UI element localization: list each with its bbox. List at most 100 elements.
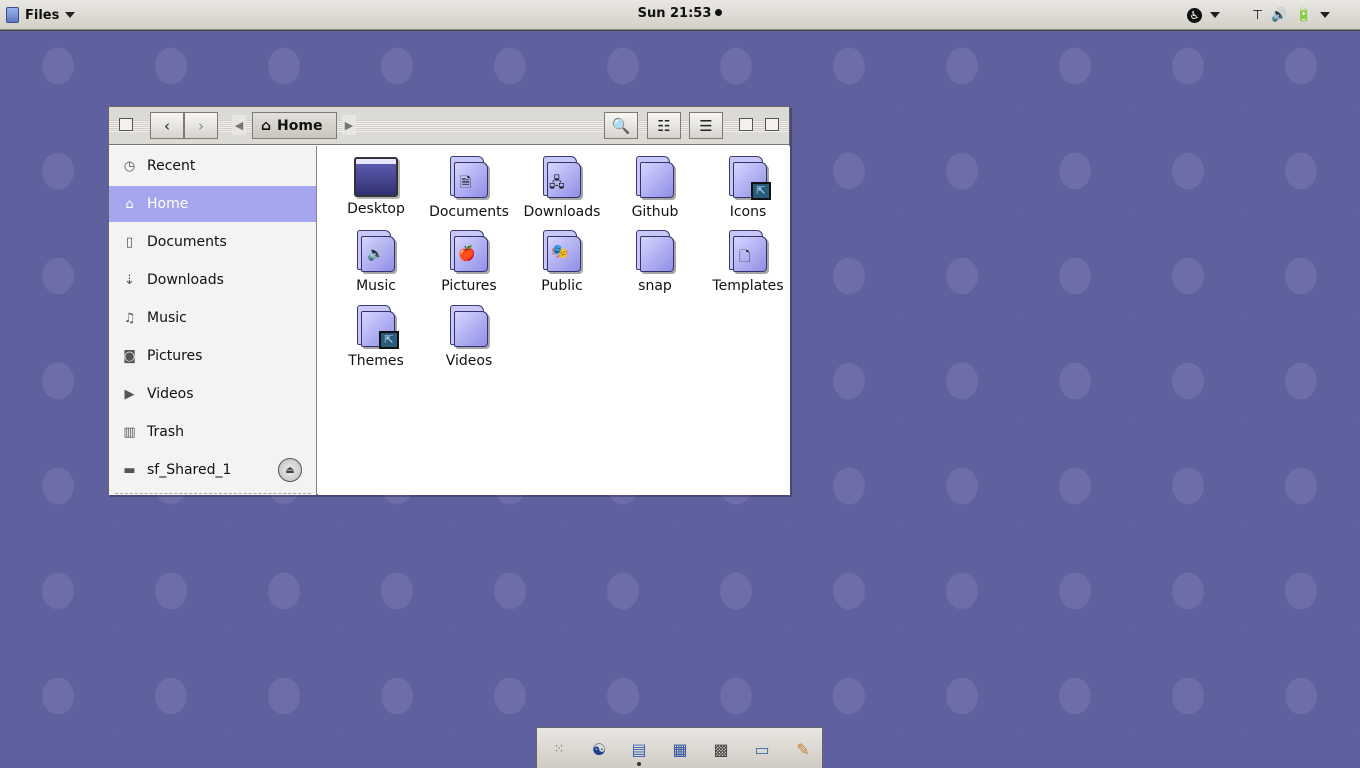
eject-icon[interactable]: ⏏ [278,458,302,482]
chevron-down-icon [1210,12,1220,18]
sidebar-item-trash[interactable]: ▥ Trash [109,414,316,450]
calculator-icon[interactable]: ▩ [709,737,733,761]
sidebar-item-label: Recent [147,158,196,174]
trash-icon: ▥ [123,424,136,440]
desktop-folder-icon [354,157,398,197]
sidebar-item-recent[interactable]: ◷ Recent [109,148,316,184]
sidebar-item-label: Videos [147,386,194,402]
documents-folder-icon: 🗎 [448,154,490,200]
system-menu[interactable]: ⊤ 🔊 🔋 [1252,5,1330,25]
chevron-down-icon [65,12,76,18]
app-grid-icon[interactable]: ⁙ [547,737,571,761]
forward-button[interactable]: › [184,112,218,139]
sidebar-item-sf-shared-1[interactable]: ▬ sf_Shared_1 ⏏ [109,452,316,488]
clock[interactable]: Sun 21:53 [638,6,712,21]
text-editor-icon[interactable]: ✎ [791,737,815,761]
public-folder-icon: 🎭 [541,228,583,274]
file-label: Documents [429,204,509,220]
search-button[interactable]: 🔍 [604,112,638,139]
file-label: Videos [445,353,493,369]
sidebar-toggle-icon[interactable] [119,118,133,131]
alias-folder-icon: ⇱ [727,154,771,200]
breadcrumb-home[interactable]: ⌂ Home [252,112,337,139]
file-item-github[interactable]: Github [612,154,698,224]
battery-icon: 🔋 [1295,7,1312,23]
music-folder-icon: 🔊 [355,228,397,274]
sidebar-item-label: Trash [147,424,184,440]
file-label: Themes [348,353,404,369]
file-label: Github [631,204,679,220]
download-icon: ⇣ [124,272,135,288]
sidebar-item-label: Music [147,310,187,326]
maximize-icon[interactable] [765,118,779,131]
video-icon: ▶ [124,386,135,402]
clock-icon: ◷ [123,158,136,174]
running-indicator [637,762,641,766]
minimize-icon[interactable] [739,118,753,131]
network-icon: ⊤ [1252,7,1264,23]
file-item-templates[interactable]: 🗋 Templates [705,228,791,298]
menu-button[interactable]: ☰ [689,112,723,139]
volume-icon: 🔊 [1271,7,1288,23]
desktop-icon[interactable]: ▦ [668,737,692,761]
view-toggle-button[interactable]: ☷ [647,112,681,139]
sidebar-item-downloads[interactable]: ⇣ Downloads [109,262,316,298]
sidebar-item-label: sf_Shared_1 [147,462,232,478]
hamburger-icon: ☰ [699,116,713,135]
sidebar-item-pictures[interactable]: ◙ Pictures [109,338,316,374]
music-icon: ♫ [123,310,136,326]
folder-icon [634,228,676,274]
files-app-icon [6,7,19,23]
file-label: Templates [712,278,784,294]
chevron-left-icon: ‹ [164,116,170,135]
pictures-folder-icon: 🍎 [448,228,490,274]
home-icon: ⌂ [261,117,272,134]
file-item-icons[interactable]: ⇱ Icons [705,154,791,224]
drive-icon[interactable]: ▭ [750,737,774,761]
file-label: Public [541,278,583,294]
list-view-icon: ☷ [657,116,671,135]
sidebar: ◷ Recent ⌂ Home ▯ Documents ⇣ Downloads … [109,146,317,495]
file-item-pictures[interactable]: 🍎 Pictures [426,228,512,298]
file-label: snap [638,278,672,294]
drive-icon: ▬ [123,462,136,478]
file-label: Music [356,278,396,294]
chevron-down-icon [1319,12,1330,18]
sidebar-item-music[interactable]: ♫ Music [109,300,316,336]
path-scroll-left-button[interactable]: ◀ [232,115,246,135]
app-menu[interactable]: Files [6,6,76,24]
file-item-desktop[interactable]: Desktop [333,154,419,224]
path-scroll-right-button[interactable]: ▶ [342,115,356,135]
file-item-themes[interactable]: ⇱ Themes [333,303,419,373]
folder-icon [634,154,676,200]
accessibility-icon: ♿ [1187,7,1202,23]
file-item-documents[interactable]: 🗎 Documents [426,154,512,224]
finder-icon[interactable]: ☯ [587,737,611,761]
home-icon: ⌂ [125,196,134,212]
camera-icon: ◙ [123,348,136,364]
top-panel: Files Sun 21:53 ♿ ⊤ 🔊 🔋 [0,0,1360,30]
file-grid: Desktop 🗎 Documents 🖧 Downloads Github ⇱… [318,146,790,495]
sidebar-item-home[interactable]: ⌂ Home [109,186,316,222]
sidebar-item-label: Downloads [147,272,224,288]
file-label: Downloads [523,204,601,220]
downloads-folder-icon: 🖧 [541,154,583,200]
file-item-downloads[interactable]: 🖧 Downloads [519,154,605,224]
file-item-music[interactable]: 🔊 Music [333,228,419,298]
file-item-videos[interactable]: Videos [426,303,512,373]
sidebar-item-documents[interactable]: ▯ Documents [109,224,316,260]
file-item-snap[interactable]: snap [612,228,698,298]
accessibility-menu[interactable]: ♿ [1187,5,1220,25]
back-button[interactable]: ‹ [150,112,184,139]
dock: ⁙ ☯ ▤ ▦ ▩ ▭ ✎ [536,727,823,768]
sidebar-item-label: Pictures [147,348,203,364]
alias-folder-icon: ⇱ [355,303,399,349]
templates-folder-icon: 🗋 [727,228,769,274]
file-label: Pictures [441,278,497,294]
breadcrumb-label: Home [277,117,323,134]
files-icon[interactable]: ▤ [627,737,651,761]
sidebar-item-videos[interactable]: ▶ Videos [109,376,316,412]
folder-icon [448,303,490,349]
app-menu-label: Files [25,7,60,23]
file-item-public[interactable]: 🎭 Public [519,228,605,298]
